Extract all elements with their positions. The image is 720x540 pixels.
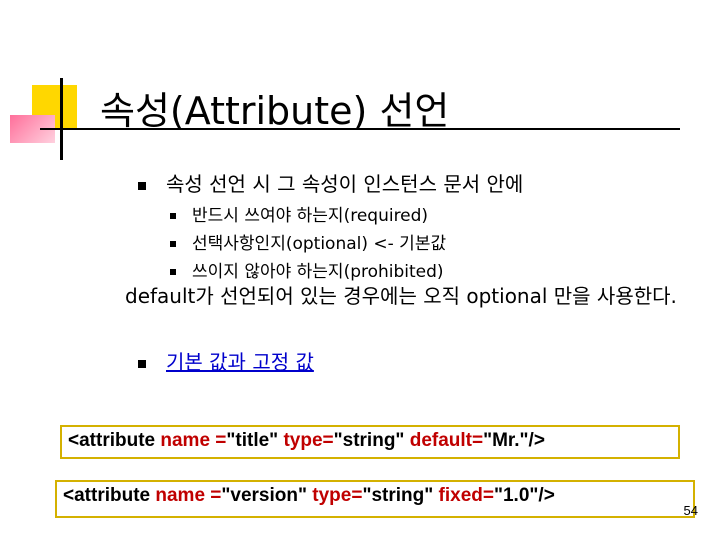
code-attr: type= [312, 485, 363, 506]
page-number: 54 [683, 503, 698, 518]
square-bullet-icon [170, 241, 176, 247]
square-bullet-icon [170, 213, 176, 219]
code-value: "1.0"/> [493, 485, 555, 506]
code-attr: type= [283, 430, 334, 451]
code-value: "Mr."/> [483, 430, 545, 451]
code-tag: <attribute [68, 430, 161, 451]
sub-item-text: 선택사항인지(optional) <- 기본값 [192, 234, 447, 254]
sub-item-text: 반드시 쓰여야 하는지(required) [192, 206, 429, 226]
code-value: "string" [333, 430, 410, 451]
default-fixed-link[interactable]: 기본 값과 고정 값 [166, 350, 314, 374]
sub-item-required: 반드시 쓰여야 하는지(required) [170, 201, 428, 226]
code-attr: fixed= [438, 485, 494, 506]
square-bullet-icon [170, 269, 176, 275]
bullet-text: 속성 선언 시 그 속성이 인스턴스 문서 안에 [166, 172, 524, 196]
code-example-default: <attribute name ="title" type="string" d… [60, 425, 680, 459]
code-attr: default= [409, 430, 484, 451]
slide-title: 속성(Attribute) 선언 [100, 89, 450, 133]
code-value: "title" [226, 430, 284, 451]
code-value: "string" [362, 485, 439, 506]
sub-item-text: 쓰이지 않아야 하는지(prohibited) [192, 262, 444, 282]
bullet-default-fixed: 기본 값과 고정 값 [138, 346, 314, 375]
square-bullet-icon [138, 359, 146, 368]
square-bullet-icon [138, 181, 146, 190]
default-note-paragraph: default가 선언되어 있는 경우에는 오직 optional 만을 사용한… [125, 284, 677, 308]
bullet-attribute-usage: 속성 선언 시 그 속성이 인스턴스 문서 안에 [138, 168, 523, 197]
code-value: "version" [221, 485, 313, 506]
code-tag: <attribute [63, 485, 156, 506]
code-attr: name = [155, 485, 222, 506]
code-attr: name = [160, 430, 227, 451]
decor-vertical-line [60, 78, 63, 160]
sub-item-optional: 선택사항인지(optional) <- 기본값 [170, 229, 446, 254]
sub-item-prohibited: 쓰이지 않아야 하는지(prohibited) [170, 257, 444, 282]
code-example-fixed: <attribute name ="version" type="string"… [55, 480, 695, 518]
